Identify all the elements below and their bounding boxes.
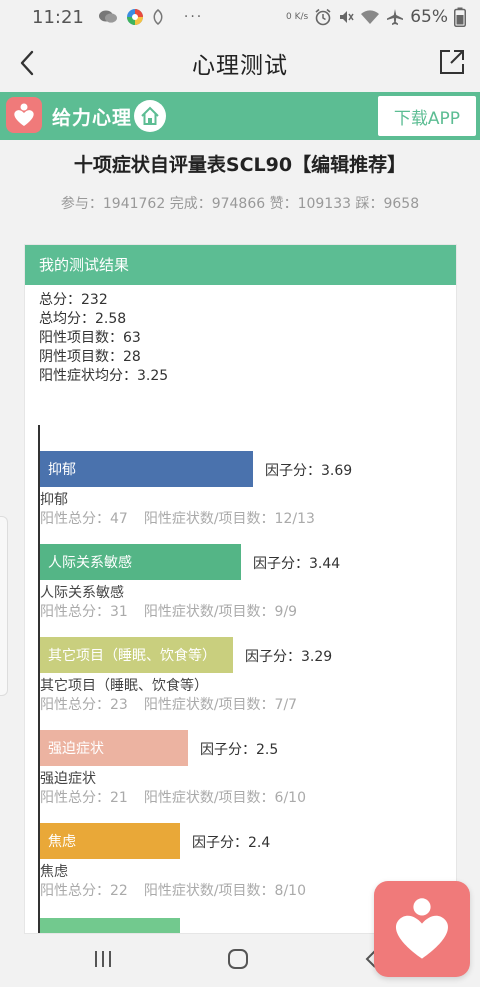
brand-name: 给力心理 — [52, 107, 133, 129]
summary-positive-average: 阳性症状均分：3.25 — [39, 368, 169, 384]
net-speed-text: 0 K/s — [285, 11, 309, 22]
back-icon[interactable] — [14, 46, 42, 80]
factor-bar-label: 强迫症状 — [48, 741, 104, 757]
factor-score: 因子分：3.69 — [265, 463, 353, 479]
factor-name: 人际关系敏感 — [40, 585, 124, 601]
factor-positive-total: 阳性总分：23 — [40, 697, 128, 713]
factor-ratio: 阳性症状数/项目数：8/10 — [143, 883, 306, 899]
status-system-icons: 0 K/s 65% — [286, 7, 466, 27]
leaf-icon — [152, 9, 164, 25]
factor-row: 人际关系敏感 因子分：3.44 人际关系敏感 阳性总分：31 阳性症状数/项目数：9/9 — [40, 544, 456, 628]
page-header-title: 心理测试 — [192, 53, 288, 79]
factor-name: 焦虑 — [40, 864, 68, 880]
factor-score: 因子分：2.4 — [192, 835, 271, 851]
share-icon[interactable] — [438, 48, 466, 76]
factor-positive-total: 阳性总分：21 — [40, 790, 128, 806]
factor-bar-label: 其它项目（睡眠、饮食等） — [48, 648, 216, 664]
summary-negative-count: 阴性项目数：28 — [39, 349, 141, 365]
battery-icon — [454, 7, 466, 27]
factor-name: 抑郁 — [40, 492, 68, 508]
download-app-button[interactable]: 下载APP — [378, 96, 476, 136]
status-bar: 11:21 ··· 0 K/s 65% — [0, 0, 480, 34]
factor-stats: 阳性总分：31 阳性症状数/项目数：9/9 — [40, 601, 297, 621]
factor-row: 抑郁 因子分：3.69 抑郁阳性总分：47 阳性症状数/项目数：12/13 — [40, 451, 456, 535]
result-card-header: 我的测试结果 — [25, 245, 456, 285]
battery-percent: 65% — [410, 7, 448, 27]
factor-name: 其它项目（睡眠、饮食等） — [40, 678, 208, 694]
factor-ratio: 阳性症状数/项目数：12/13 — [143, 511, 315, 527]
factor-score: 因子分：3.44 — [253, 556, 341, 572]
factor-bar: 焦虑 — [40, 823, 180, 859]
factor-bar: 强迫症状 — [40, 730, 188, 766]
home-nav-icon[interactable] — [226, 947, 250, 971]
factor-ratio: 阳性症状数/项目数：7/7 — [143, 697, 298, 713]
factor-ratio: 阳性症状数/项目数：9/9 — [143, 604, 298, 620]
edge-panel-handle[interactable] — [0, 516, 8, 696]
alarm-icon — [314, 8, 332, 26]
partial-bar — [40, 918, 180, 933]
factor-row: 其它项目（睡眠、饮食等） 因子分：3.29 其它项目（睡眠、饮食等） 阳性总分：23 阳… — [40, 637, 456, 721]
status-time: 11:21 — [32, 6, 84, 28]
home-icon[interactable] — [134, 100, 166, 132]
summary-average: 总均分：2.58 — [39, 311, 127, 327]
factor-ratio: 阳性症状数/项目数：6/10 — [143, 790, 306, 806]
summary-total: 总分：232 — [39, 292, 108, 308]
wifi-icon — [360, 9, 380, 25]
factor-bar: 抑郁 — [40, 451, 253, 487]
factor-bar: 其它项目（睡眠、饮食等） — [40, 637, 233, 673]
factor-stats: 阳性总分：21 阳性症状数/项目数：6/10 — [40, 787, 306, 807]
factor-stats: 阳性总分：47 阳性症状数/项目数：12/13 — [40, 508, 315, 528]
test-title: 十项症状自评量表SCL90【编辑推荐】 — [73, 154, 407, 176]
factor-score: 因子分：2.5 — [200, 742, 279, 758]
status-notification-icons: ··· — [98, 8, 203, 26]
factor-bar-label: 人际关系敏感 — [48, 555, 132, 571]
factor-score: 因子分：3.29 — [245, 649, 333, 665]
summary-positive-count: 阳性项目数：63 — [39, 330, 141, 346]
factor-bar: 人际关系敏感 — [40, 544, 241, 580]
test-stats: 参与：1941762 完成：974866 赞：109133 踩：9658 — [60, 196, 420, 212]
floating-app-logo-icon[interactable] — [374, 881, 470, 977]
factor-bar-label: 焦虑 — [48, 834, 76, 850]
mute-icon — [338, 9, 354, 25]
factor-positive-total: 阳性总分：22 — [40, 883, 128, 899]
app-color-icon — [126, 8, 144, 26]
factor-name: 强迫症状 — [40, 771, 96, 787]
wechat-icon — [98, 9, 118, 25]
brand-banner: 给力心理 下载APP — [0, 92, 480, 140]
factor-bar-label: 抑郁 — [48, 462, 76, 478]
brand-logo-icon — [6, 97, 42, 133]
result-summary: 总分：232 总均分：2.58 阳性项目数：63 阴性项目数：28 阳性症状均分… — [39, 291, 168, 386]
airplane-icon — [386, 8, 404, 26]
more-notifications-icon: ··· — [183, 9, 204, 25]
factor-positive-total: 阳性总分：47 — [40, 511, 128, 527]
factor-stats: 阳性总分：23 阳性症状数/项目数：7/7 — [40, 694, 297, 714]
factor-stats: 阳性总分：22 阳性症状数/项目数：8/10 — [40, 880, 306, 900]
result-card: 我的测试结果 总分：232 总均分：2.58 阳性项目数：63 阴性项目数：28… — [24, 244, 457, 934]
factor-row: 强迫症状 因子分：2.5 强迫症状阳性总分：21 阳性症状数/项目数：6/10 — [40, 730, 456, 814]
recent-apps-icon[interactable] — [92, 947, 114, 971]
net-speed: 0 K/s — [285, 11, 309, 22]
title-bar: 心理测试 — [0, 34, 480, 92]
factor-positive-total: 阳性总分：31 — [40, 604, 128, 620]
